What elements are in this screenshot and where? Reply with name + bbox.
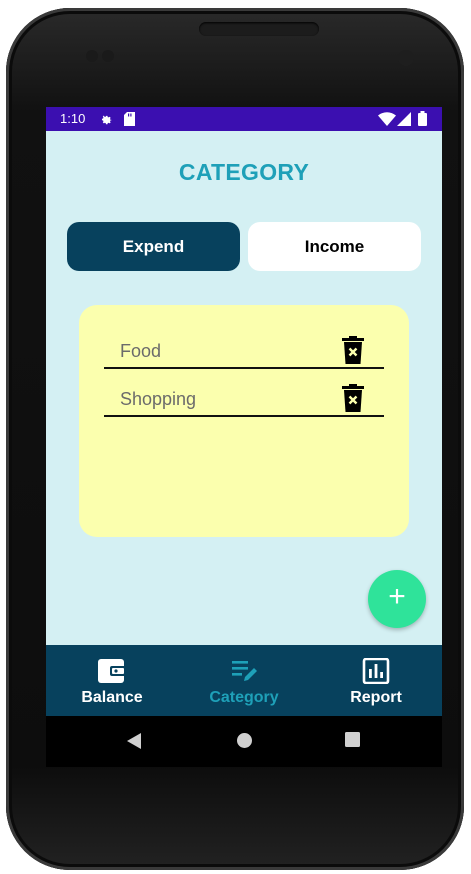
- list-edit-icon: [232, 661, 257, 681]
- recents-icon[interactable]: [345, 732, 360, 747]
- nav-label-category: Category: [209, 689, 279, 706]
- speaker-grille: [199, 22, 319, 36]
- category-name: Food: [120, 341, 162, 361]
- sd-card-icon: [124, 112, 135, 126]
- tab-income[interactable]: Income: [248, 222, 421, 271]
- bar-chart-icon: [362, 658, 390, 684]
- nav-label-report: Report: [350, 689, 402, 706]
- list-item[interactable]: Shopping: [104, 381, 384, 417]
- tab-expend[interactable]: Expend: [67, 222, 240, 271]
- nav-item-balance[interactable]: Balance: [46, 645, 178, 716]
- sensor-dot: [102, 50, 114, 62]
- list-item[interactable]: Food: [104, 333, 384, 369]
- nav-item-category[interactable]: Category: [178, 645, 310, 716]
- page-title: CATEGORY: [178, 159, 310, 185]
- bottom-navigation: Balance Category Report: [46, 645, 442, 716]
- nav-item-report[interactable]: Report: [310, 645, 442, 716]
- status-time: 1:10: [60, 111, 86, 126]
- add-category-button[interactable]: +: [368, 570, 426, 628]
- tab-expend-label: Expend: [122, 236, 185, 256]
- home-icon[interactable]: [236, 732, 253, 749]
- wallet-icon: [98, 659, 126, 683]
- category-name: Shopping: [120, 389, 197, 409]
- status-bar: 1:10: [46, 107, 442, 131]
- system-navigation-bar: [46, 716, 442, 767]
- wifi-icon: [378, 112, 396, 126]
- delete-icon[interactable]: [342, 384, 364, 412]
- sensor-dot: [86, 50, 98, 62]
- back-icon[interactable]: [126, 732, 142, 750]
- category-list-card: Food Shopping: [79, 305, 409, 537]
- app-screen: 1:10 CATEGORY Expend Income Food Shoppin…: [46, 107, 442, 767]
- front-camera: [398, 50, 414, 66]
- signal-icon: [397, 112, 411, 126]
- settings-icon: [101, 115, 112, 125]
- tab-income-label: Income: [304, 236, 365, 256]
- battery-icon: [418, 111, 427, 126]
- nav-label-balance: Balance: [81, 689, 143, 706]
- delete-icon[interactable]: [342, 336, 364, 364]
- plus-icon: +: [388, 580, 406, 613]
